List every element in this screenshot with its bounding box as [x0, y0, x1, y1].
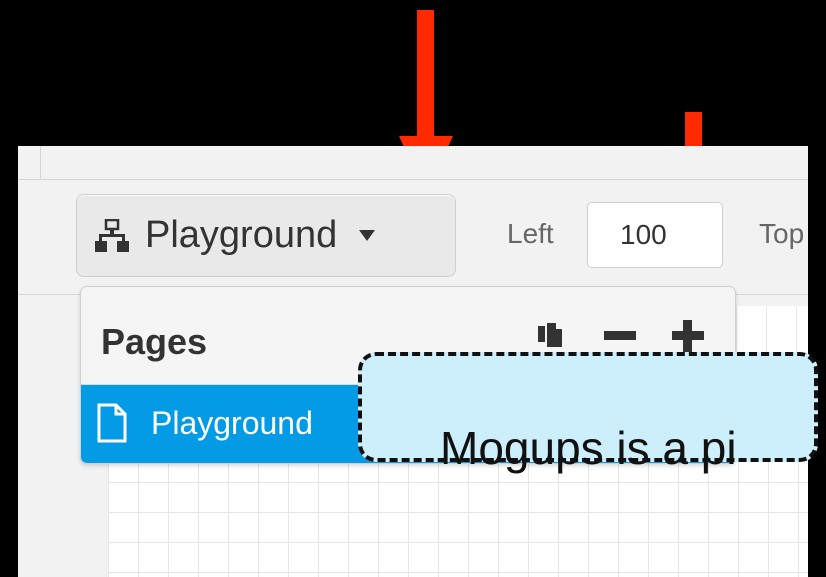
- page-list-item-label: Playground: [151, 405, 313, 441]
- document-icon: [97, 403, 127, 443]
- left-label: Left: [507, 218, 554, 249]
- copy-icon[interactable]: [536, 320, 566, 350]
- page-selector-button[interactable]: Playground: [76, 194, 456, 277]
- plus-icon[interactable]: [672, 320, 704, 352]
- pages-title: Pages: [101, 321, 208, 362]
- canvas-text-shape[interactable]: Mogups is a pi: [358, 352, 818, 474]
- minus-icon[interactable]: [604, 320, 636, 352]
- divider: [18, 179, 808, 180]
- top-label: Top: [759, 218, 805, 249]
- caret-down-icon: [359, 230, 376, 241]
- divider: [40, 146, 41, 180]
- page-selector-label: Playground: [145, 214, 338, 256]
- left-position-input[interactable]: [587, 202, 723, 268]
- shape-text: Mogups is a pi: [440, 422, 737, 474]
- sitemap-icon: [95, 218, 129, 252]
